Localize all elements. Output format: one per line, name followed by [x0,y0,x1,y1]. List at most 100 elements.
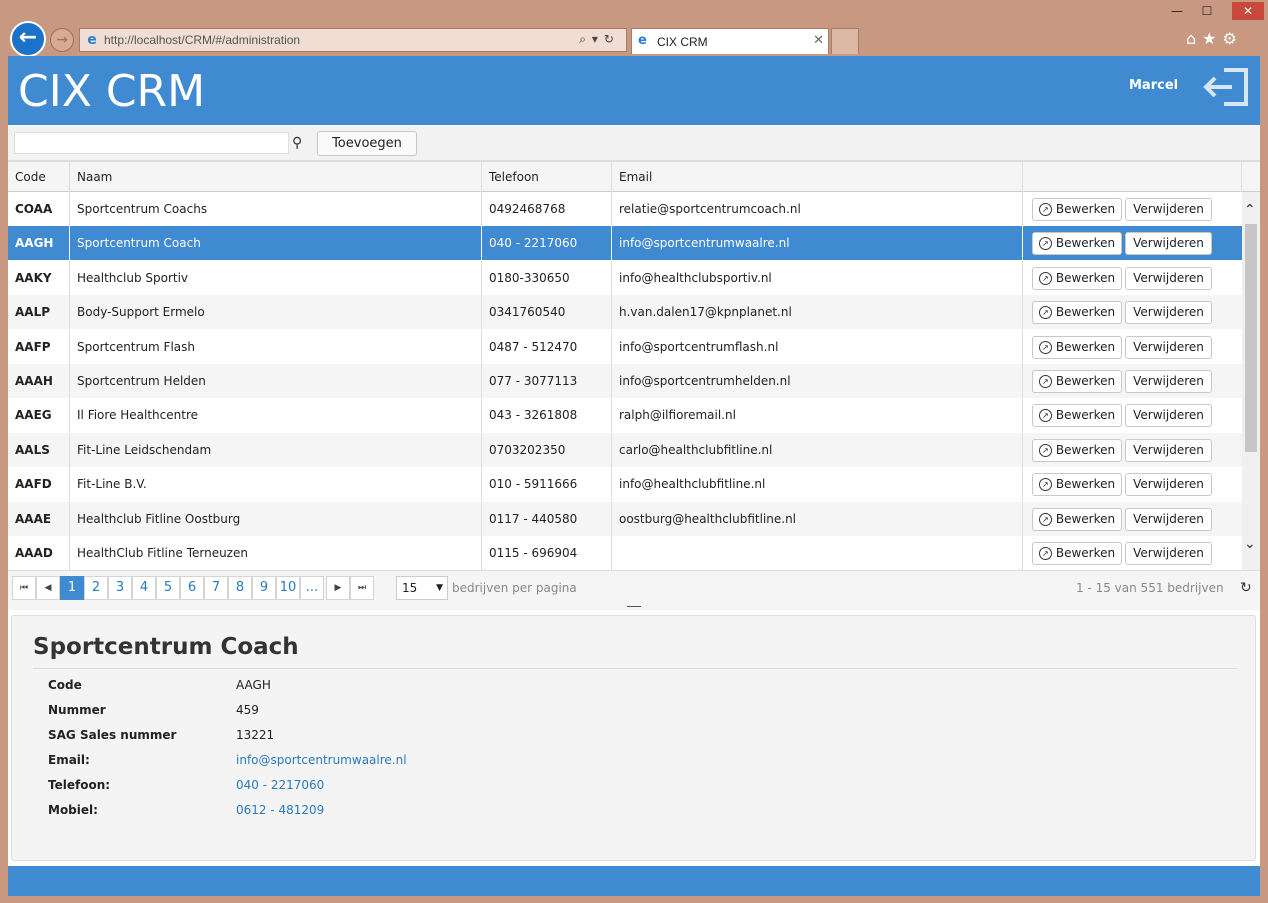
pager-page-button[interactable]: 10 [276,576,300,600]
back-button[interactable]: ← [10,21,46,57]
detail-value[interactable]: info@sportcentrumwaalre.nl [236,753,407,767]
column-header-code[interactable]: Code [8,162,70,192]
edit-button-label: Bewerken [1055,546,1116,560]
table-row[interactable]: AAGH Sportcentrum Coach 040 - 2217060 info@… [8,226,1242,260]
edit-button[interactable]: ↗ Bewerken [1032,232,1122,255]
cell-naam: Fit-Line B.V. [70,467,482,501]
delete-button[interactable]: Verwijderen [1125,404,1212,427]
delete-button[interactable]: Verwijderen [1125,370,1212,393]
delete-button[interactable]: Verwijderen [1125,439,1212,462]
search-icon[interactable]: ⚲ [292,135,302,151]
tab-ie-icon: e [638,33,647,48]
edit-button[interactable]: ↗ Bewerken [1032,542,1122,565]
cell-code: AAEG [8,398,70,432]
pager-first-button[interactable]: ⏮ [12,576,36,600]
cell-telefoon: 010 - 5911666 [482,467,612,501]
forward-button[interactable]: → [50,28,74,52]
table-row[interactable]: AAAH Sportcentrum Helden 077 - 3077113 info… [8,364,1242,398]
delete-button[interactable]: Verwijderen [1125,232,1212,255]
browser-tool-icons[interactable]: ⌂★⚙ [1186,29,1243,48]
window-close-button[interactable]: ✕ [1232,2,1264,20]
edit-button[interactable]: ↗ Bewerken [1032,370,1122,393]
pager-page-button[interactable]: 1 [60,576,84,600]
scroll-up-icon[interactable]: ⌃ [1244,202,1256,218]
pager-page-button[interactable]: 2 [84,576,108,600]
edit-button[interactable]: ↗ Bewerken [1032,473,1122,496]
table-row[interactable]: AALS Fit-Line Leidschendam 0703202350 carlo… [8,433,1242,467]
chevron-down-icon: ▼ [436,583,443,593]
user-name[interactable]: Marcel [1129,78,1178,93]
delete-button[interactable]: Verwijderen [1125,473,1212,496]
address-actions[interactable]: ⌕▾↻ [579,32,620,47]
table-row[interactable]: AAAE Healthclub Fitline Oostburg 0117 - 44… [8,502,1242,536]
pager-page-button[interactable]: 4 [132,576,156,600]
scroll-down-icon[interactable]: ⌄ [1244,536,1256,552]
maximize-button[interactable]: ☐ [1196,2,1218,20]
delete-button[interactable]: Verwijderen [1125,336,1212,359]
pager-page-button[interactable]: 9 [252,576,276,600]
edit-button[interactable]: ↗ Bewerken [1032,508,1122,531]
address-bar[interactable]: e http://localhost/CRM/#/administration … [79,28,627,52]
table-row[interactable]: AAFP Sportcentrum Flash 0487 - 512470 info@… [8,330,1242,364]
splitter[interactable] [8,604,1260,610]
edit-icon: ↗ [1038,237,1052,250]
detail-value[interactable]: 040 - 2217060 [236,778,324,792]
pager-page-button[interactable]: 8 [228,576,252,600]
url-text[interactable]: http://localhost/CRM/#/administration [104,33,300,47]
toolbar: ⚲ Toevoegen [8,125,1260,161]
edit-icon: ↗ [1038,478,1052,491]
cell-telefoon: 077 - 3077113 [482,364,612,398]
pager: ⏮ ◀ 1 2 3 4 5 6 7 8 9 10... ▶ ⏭ 15 ▼ bedrijven pe… [8,570,1260,605]
range-label: 1 - 15 van 551 bedrijven [1076,581,1224,595]
splitter-handle[interactable] [627,606,641,607]
cell-naam: Il Fiore Healthcentre [70,398,482,432]
delete-button[interactable]: Verwijderen [1125,198,1212,221]
cell-actions: ↗ Bewerken Verwijderen [1023,433,1242,467]
pager-prev-button[interactable]: ◀ [36,576,60,600]
delete-button[interactable]: Verwijderen [1125,267,1212,290]
table-row[interactable]: AAEG Il Fiore Healthcentre 043 - 3261808 ra… [8,398,1242,432]
table-row[interactable]: AAAD HealthClub Fitline Terneuzen 0115 - 6… [8,536,1242,570]
add-button[interactable]: Toevoegen [317,131,417,156]
edit-button[interactable]: ↗ Bewerken [1032,198,1122,221]
column-header-telefoon[interactable]: Telefoon [482,162,612,192]
cell-telefoon: 043 - 3261808 [482,398,612,432]
table-row[interactable]: AAKY Healthclub Sportiv 0180-330650 info@he… [8,261,1242,295]
search-input[interactable] [14,132,289,154]
pager-page-button[interactable]: 3 [108,576,132,600]
scroll-thumb[interactable] [1245,224,1257,452]
edit-button[interactable]: ↗ Bewerken [1032,439,1122,462]
edit-button[interactable]: ↗ Bewerken [1032,267,1122,290]
page-size-select[interactable]: 15 ▼ [396,576,448,600]
detail-value[interactable]: 0612 - 481209 [236,803,324,817]
pager-page-button[interactable]: 6 [180,576,204,600]
pager-page-button[interactable]: 5 [156,576,180,600]
column-header-naam[interactable]: Naam [70,162,482,192]
minimize-button[interactable]: — [1166,2,1188,20]
pager-last-button[interactable]: ⏭ [350,576,374,600]
detail-label: Code [48,678,82,692]
logout-icon[interactable] [1202,68,1248,106]
pager-page-button[interactable]: ... [300,576,324,600]
tab-close-icon[interactable]: ✕ [813,33,824,48]
edit-button[interactable]: ↗ Bewerken [1032,301,1122,324]
grid-scrollbar[interactable]: ⌃ ⌄ [1242,192,1260,570]
pager-next-button[interactable]: ▶ [326,576,350,600]
edit-button[interactable]: ↗ Bewerken [1032,404,1122,427]
table-row[interactable]: COAA Sportcentrum Coachs 0492468768 relatie… [8,192,1242,226]
cell-email: carlo@healthclubfitline.nl [612,433,1023,467]
column-header-email[interactable]: Email [612,162,1023,192]
browser-tab[interactable]: e CIX CRM ✕ [631,28,829,54]
refresh-icon[interactable]: ↻ [1240,580,1252,596]
table-row[interactable]: AAFD Fit-Line B.V. 010 - 5911666 info@healt… [8,467,1242,501]
delete-button[interactable]: Verwijderen [1125,301,1212,324]
edit-button[interactable]: ↗ Bewerken [1032,336,1122,359]
edit-button-label: Bewerken [1055,512,1116,526]
cell-email: info@sportcentrumflash.nl [612,330,1023,364]
delete-button[interactable]: Verwijderen [1125,508,1212,531]
delete-button[interactable]: Verwijderen [1125,542,1212,565]
table-row[interactable]: AALP Body-Support Ermelo 0341760540 h.van.d… [8,295,1242,329]
edit-icon: ↗ [1038,341,1052,354]
pager-page-button[interactable]: 7 [204,576,228,600]
new-tab-button[interactable] [831,28,859,54]
